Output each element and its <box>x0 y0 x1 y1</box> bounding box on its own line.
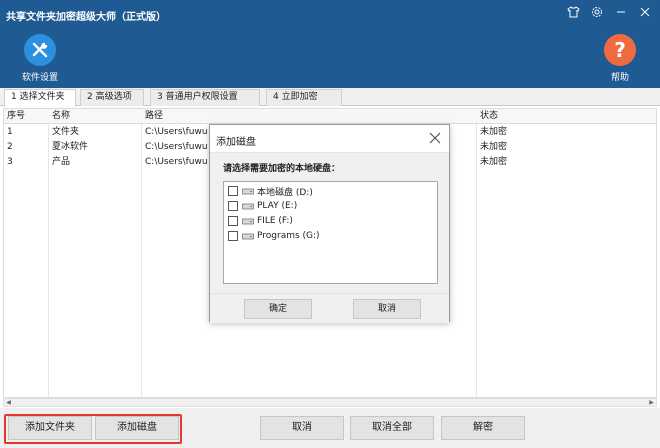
row-status: 未加密 <box>480 157 508 167</box>
tab-user-permissions[interactable]: 3 普通用户权限设置 <box>150 89 260 106</box>
help-button[interactable]: ? 帮助 <box>590 34 650 86</box>
drive-icon <box>242 232 254 240</box>
window-title: 共享文件夹加密超级大师（正式版） <box>6 12 166 23</box>
column-header-index[interactable]: 序号 <box>4 109 48 124</box>
scroll-left-icon[interactable]: ◀ <box>4 399 13 406</box>
column-header-status[interactable]: 状态 <box>477 109 657 124</box>
drive-icon <box>242 202 254 210</box>
highlight-frame <box>4 414 182 444</box>
disk-label: Programs (G:) <box>257 231 320 241</box>
cancel-button[interactable]: 取消 <box>260 416 344 440</box>
disk-item-e[interactable]: PLAY (E:) <box>228 199 297 213</box>
row-index: 2 <box>7 142 13 152</box>
disk-checkbox[interactable] <box>228 201 238 211</box>
add-disk-dialog: 添加磁盘 请选择需要加密的本地硬盘： 本地磁盘 (D:) PLAY (E:) F… <box>209 124 450 323</box>
row-index: 1 <box>7 127 13 137</box>
decrypt-button[interactable]: 解密 <box>441 416 525 440</box>
disk-item-d[interactable]: 本地磁盘 (D:) <box>228 184 313 198</box>
app-header: 共享文件夹加密超级大师（正式版） 软件设置 ? 帮助 <box>0 0 660 88</box>
dialog-titlebar: 添加磁盘 <box>210 125 449 153</box>
disk-label: 本地磁盘 (D:) <box>257 187 313 198</box>
disk-item-f[interactable]: FILE (F:) <box>228 214 293 228</box>
dialog-body: 请选择需要加密的本地硬盘： 本地磁盘 (D:) PLAY (E:) FILE (… <box>210 153 449 293</box>
column-header-name[interactable]: 名称 <box>49 109 141 124</box>
dialog-prompt: 请选择需要加密的本地硬盘： <box>223 164 341 174</box>
window-controls <box>566 5 652 19</box>
drive-icon <box>242 217 254 225</box>
row-index: 3 <box>7 157 13 167</box>
disk-checkbox[interactable] <box>228 186 238 196</box>
cancel-all-button[interactable]: 取消全部 <box>350 416 434 440</box>
tools-icon <box>24 34 56 66</box>
disk-label: FILE (F:) <box>257 216 293 226</box>
step-tabs: 1 选择文件夹 2 高级选项 3 普通用户权限设置 4 立即加密 <box>0 88 660 107</box>
row-name: 产品 <box>52 157 71 167</box>
dialog-close-icon[interactable] <box>429 132 441 144</box>
table-header: 序号 名称 路径 状态 <box>4 109 656 124</box>
tab-select-folder[interactable]: 1 选择文件夹 <box>4 89 76 107</box>
dialog-cancel-button[interactable]: 取消 <box>353 299 421 319</box>
drive-icon <box>242 187 254 195</box>
tab-encrypt-now[interactable]: 4 立即加密 <box>266 89 342 106</box>
row-name: 文件夹 <box>52 127 80 137</box>
disk-checkbox[interactable] <box>228 231 238 241</box>
disk-checkbox[interactable] <box>228 216 238 226</box>
software-settings-button[interactable]: 软件设置 <box>10 34 70 86</box>
row-status: 未加密 <box>480 142 508 152</box>
dialog-footer: 确定 取消 <box>210 293 449 323</box>
disk-list[interactable]: 本地磁盘 (D:) PLAY (E:) FILE (F:) Programs (… <box>223 181 438 284</box>
settings-menu-icon[interactable] <box>590 5 604 19</box>
scroll-right-icon[interactable]: ▶ <box>647 399 656 406</box>
help-label: 帮助 <box>610 73 629 83</box>
dialog-ok-button[interactable]: 确定 <box>244 299 312 319</box>
minimize-icon[interactable] <box>614 5 628 19</box>
footer-bar: 添加文件夹 添加磁盘 取消 取消全部 解密 <box>0 408 660 448</box>
disk-label: PLAY (E:) <box>257 201 298 211</box>
column-header-path[interactable]: 路径 <box>142 109 476 124</box>
dialog-title: 添加磁盘 <box>216 137 256 148</box>
close-icon[interactable] <box>638 5 652 19</box>
row-name: 夏冰软件 <box>52 142 89 152</box>
row-status: 未加密 <box>480 127 508 137</box>
software-settings-label: 软件设置 <box>21 73 58 83</box>
help-icon: ? <box>604 34 636 66</box>
disk-item-g[interactable]: Programs (G:) <box>228 229 320 243</box>
tab-advanced-options[interactable]: 2 高级选项 <box>80 89 144 106</box>
skin-icon[interactable] <box>566 5 580 19</box>
horizontal-scrollbar[interactable]: ◀ ▶ <box>3 398 657 407</box>
